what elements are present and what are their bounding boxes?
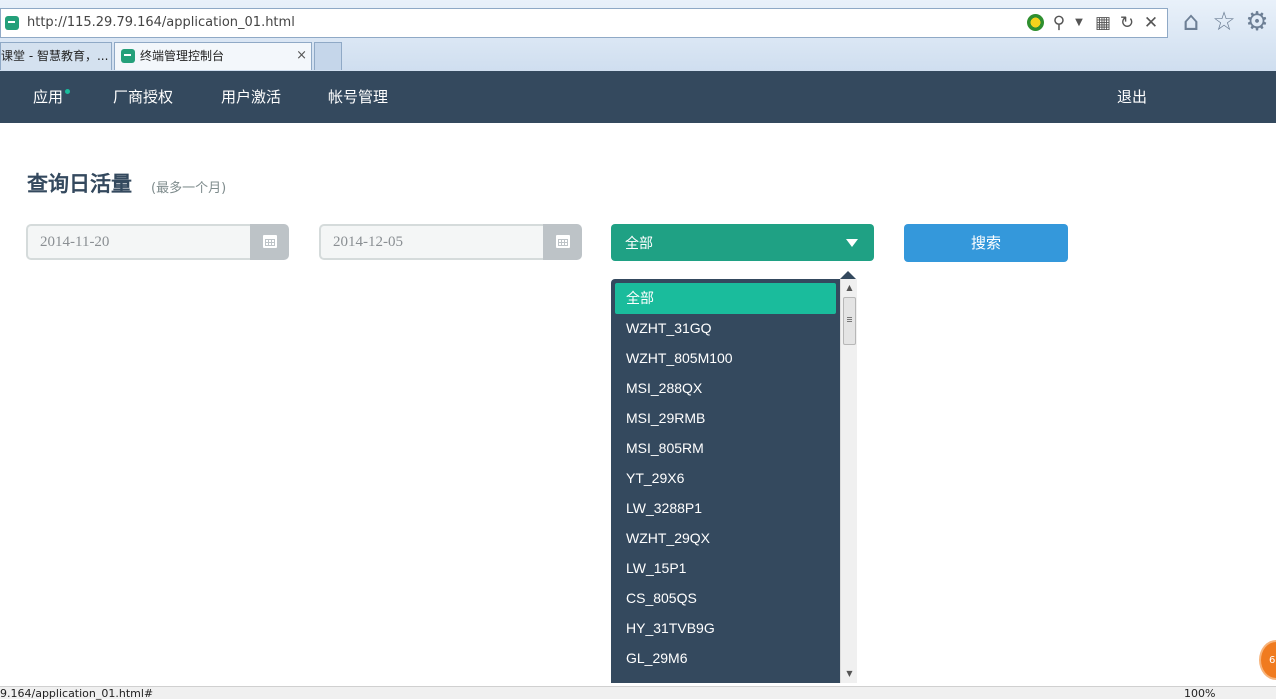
dropdown-scrollbar[interactable]: ▲ ▼ <box>840 279 857 683</box>
search-button[interactable]: 搜索 <box>904 224 1068 262</box>
dropdown-option[interactable]: LW_15P1 <box>615 553 836 584</box>
dropdown-option[interactable]: HY_31TVB9G <box>615 613 836 644</box>
calendar-icon <box>556 235 570 248</box>
tab-favicon-icon <box>121 49 135 63</box>
dropdown-option[interactable]: LW_3288P1 <box>615 493 836 524</box>
device-select[interactable]: 全部 <box>611 224 874 261</box>
browser-status-bar: 9.164/application_01.html# 100% <box>0 686 1276 700</box>
end-date-picker: 2014-12-05 <box>319 224 582 260</box>
new-tab-button[interactable] <box>314 42 342 70</box>
refresh-icon[interactable]: ↻ <box>1117 13 1137 33</box>
tab-title: 课堂 - 智慧教育，... <box>1 49 109 63</box>
scrollbar-thumb[interactable] <box>843 297 856 345</box>
active-dot-icon <box>65 89 71 94</box>
dropdown-option[interactable]: WZHT_805M100 <box>615 343 836 374</box>
device-dropdown-list: 全部 WZHT_31GQ WZHT_805M100 MSI_288QX MSI_… <box>611 279 857 683</box>
dropdown-option[interactable]: MSI_288QX <box>615 373 836 404</box>
scroll-up-icon[interactable]: ▲ <box>841 281 858 295</box>
page-title: 查询日活量 <box>27 171 132 196</box>
dropdown-option[interactable]: 全部 <box>615 283 836 314</box>
dropdown-option[interactable]: MSI_805RM <box>615 433 836 464</box>
nav-item-label: 应用 <box>33 88 64 106</box>
end-date-calendar-button[interactable] <box>543 224 582 260</box>
dropdown-option[interactable]: CS_805QS <box>615 583 836 614</box>
dropdown-option[interactable]: YT_29X6 <box>615 463 836 494</box>
tab-active[interactable]: 终端管理控制台 × <box>114 42 312 70</box>
dropdown-option[interactable]: WZHT_29QX <box>615 523 836 554</box>
app-navbar: 应用 厂商授权 用户激活 帐号管理 退出 <box>0 71 1276 123</box>
tab-strip: 课堂 - 智慧教育，... 终端管理控制台 × <box>0 42 1276 70</box>
scroll-down-icon[interactable]: ▼ <box>841 667 858 681</box>
dropdown-option[interactable]: WZHT_31GQ <box>615 313 836 344</box>
dropdown-option[interactable]: GL_29M6 <box>615 643 836 674</box>
home-icon[interactable]: ⌂ <box>1176 7 1206 37</box>
tab-inactive[interactable]: 课堂 - 智慧教育，... <box>0 42 112 70</box>
caret-down-icon <box>846 239 858 247</box>
start-date-input[interactable]: 2014-11-20 <box>26 224 250 260</box>
logout-link[interactable]: 退出 <box>1117 71 1147 123</box>
address-bar[interactable]: http://115.29.79.164/application_01.html… <box>0 8 1168 38</box>
nav-item-user-activation[interactable]: 用户激活 <box>221 71 281 123</box>
tools-icon[interactable]: ⚙ <box>1242 7 1272 37</box>
dropdown-icon[interactable]: ▼ <box>1069 13 1089 33</box>
search-icon[interactable]: ⚲ <box>1049 13 1069 33</box>
browser-chrome: http://115.29.79.164/application_01.html… <box>0 0 1276 71</box>
tab-close-icon[interactable]: × <box>296 43 307 69</box>
status-url: 9.164/application_01.html# <box>0 687 154 700</box>
compatibility-icon[interactable] <box>1027 14 1044 31</box>
site-favicon-icon <box>5 16 19 30</box>
nav-item-account-management[interactable]: 帐号管理 <box>328 71 388 123</box>
stop-icon[interactable]: ✕ <box>1141 13 1161 33</box>
end-date-input[interactable]: 2014-12-05 <box>319 224 543 260</box>
page-subtitle: (最多一个月) <box>151 181 227 196</box>
start-date-picker: 2014-11-20 <box>26 224 289 260</box>
nav-item-vendor-auth[interactable]: 厂商授权 <box>113 71 173 123</box>
dropdown-pointer <box>840 271 856 279</box>
floating-badge-icon[interactable]: 6 <box>1259 640 1276 680</box>
device-select-value: 全部 <box>625 236 653 252</box>
dropdown-option[interactable]: MSI_29RMB <box>615 403 836 434</box>
zoom-level[interactable]: 100% <box>1184 687 1215 700</box>
tab-title: 终端管理控制台 <box>140 49 225 63</box>
favorites-icon[interactable]: ☆ <box>1209 7 1239 37</box>
address-url[interactable]: http://115.29.79.164/application_01.html <box>27 15 295 30</box>
calendar-icon <box>263 235 277 248</box>
nav-item-apps[interactable]: 应用 <box>33 71 71 123</box>
start-date-calendar-button[interactable] <box>250 224 289 260</box>
page-icon[interactable]: ▦ <box>1093 13 1113 33</box>
